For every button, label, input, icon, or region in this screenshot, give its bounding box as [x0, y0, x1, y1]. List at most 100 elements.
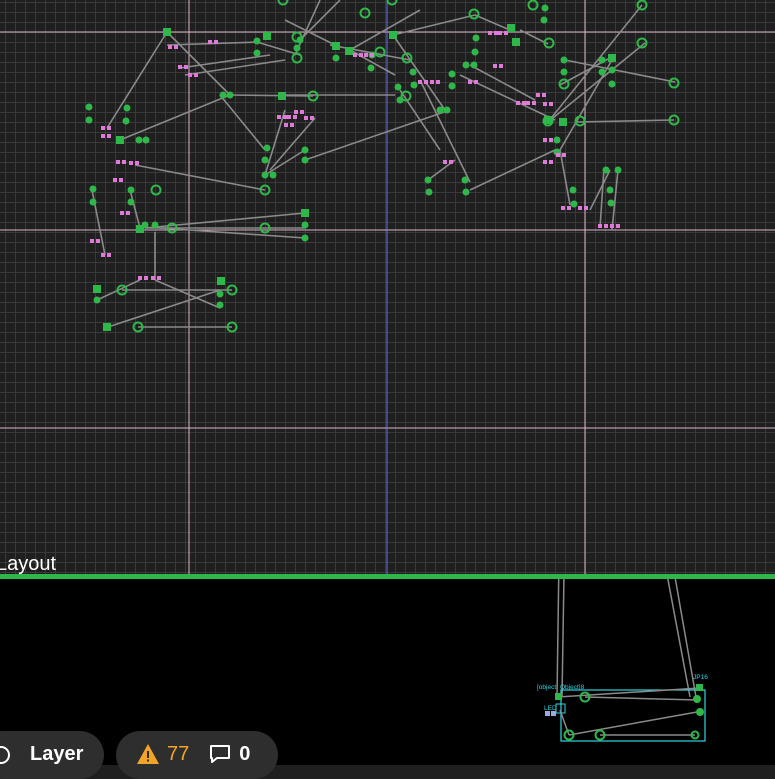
pin-ring[interactable] — [468, 8, 480, 20]
pin-pink[interactable] — [449, 160, 453, 164]
pin-ring[interactable] — [150, 184, 162, 196]
pin-square[interactable] — [332, 42, 340, 50]
pin-pink[interactable] — [532, 101, 536, 105]
pin-dot[interactable] — [394, 83, 402, 91]
schematic-drawing[interactable] — [0, 0, 775, 576]
pin-pink[interactable] — [277, 115, 281, 119]
pin-pink[interactable] — [174, 45, 178, 49]
pin-dot[interactable] — [142, 136, 150, 144]
pin-pink[interactable] — [287, 115, 291, 119]
pin-pink[interactable] — [168, 45, 172, 49]
pin-pink[interactable] — [90, 239, 94, 243]
pin-pink[interactable] — [107, 253, 111, 257]
pin-square[interactable] — [263, 32, 271, 40]
pin-dot[interactable] — [448, 70, 456, 78]
pin-pink[interactable] — [604, 224, 608, 228]
pin-ring[interactable] — [527, 0, 539, 11]
pin-pink[interactable] — [493, 64, 497, 68]
pin-dot[interactable] — [216, 301, 224, 309]
pin-dot[interactable] — [296, 36, 304, 44]
pin-dot[interactable] — [122, 117, 130, 125]
pin-pink[interactable] — [214, 40, 218, 44]
pin-pink[interactable] — [300, 110, 304, 114]
pin-dot[interactable] — [608, 80, 616, 88]
pin-pink[interactable] — [101, 134, 105, 138]
pin-pink[interactable] — [584, 206, 588, 210]
pin-dot[interactable] — [462, 61, 470, 69]
pin-dot[interactable] — [216, 290, 224, 298]
pin-dot[interactable] — [569, 186, 577, 194]
pin-dot[interactable] — [606, 186, 614, 194]
pin-pink[interactable] — [293, 115, 297, 119]
pin-dot[interactable] — [443, 106, 451, 114]
pin-dot[interactable] — [269, 171, 277, 179]
layer-toggle-button[interactable]: Layer — [0, 731, 104, 779]
pin-pink[interactable] — [290, 123, 294, 127]
pin-pink[interactable] — [468, 80, 472, 84]
pin-dot[interactable] — [470, 61, 478, 69]
board-pad[interactable] — [696, 684, 703, 691]
pin-dot[interactable] — [540, 16, 548, 24]
pin-pink[interactable] — [119, 178, 123, 182]
pin-ring[interactable] — [277, 0, 289, 6]
pin-pink[interactable] — [157, 276, 161, 280]
pin-dot[interactable] — [127, 186, 135, 194]
pin-dot[interactable] — [89, 185, 97, 193]
pin-dot[interactable] — [541, 4, 549, 12]
pin-pink[interactable] — [494, 31, 498, 35]
pin-pink[interactable] — [116, 160, 120, 164]
pin-pink[interactable] — [504, 31, 508, 35]
pin-pink[interactable] — [294, 110, 298, 114]
pin-pink[interactable] — [151, 276, 155, 280]
pin-pink[interactable] — [284, 123, 288, 127]
pin-pink[interactable] — [526, 101, 530, 105]
pin-pink[interactable] — [543, 138, 547, 142]
pin-pink[interactable] — [488, 31, 492, 35]
pin-square[interactable] — [608, 54, 616, 62]
pin-dot[interactable] — [471, 48, 479, 56]
pin-pink[interactable] — [107, 134, 111, 138]
pin-dot[interactable] — [396, 96, 404, 104]
issues-status-button[interactable]: 77 0 — [116, 731, 278, 779]
pin-pink[interactable] — [113, 178, 117, 182]
pin-square[interactable] — [278, 92, 286, 100]
board-pad[interactable] — [555, 693, 562, 700]
pin-dot[interactable] — [253, 49, 261, 57]
pin-dot[interactable] — [614, 166, 622, 174]
pin-pink[interactable] — [549, 138, 553, 142]
pin-pink[interactable] — [424, 80, 428, 84]
pin-dot[interactable] — [425, 188, 433, 196]
pin-pink[interactable] — [418, 80, 422, 84]
layout-canvas[interactable]: [object Object]8 LED JP16 — [0, 579, 775, 765]
pin-pink[interactable] — [138, 276, 142, 280]
pin-dot[interactable] — [409, 68, 417, 76]
pin-pink[interactable] — [194, 73, 198, 77]
pin-pink[interactable] — [536, 93, 540, 97]
pin-square[interactable] — [544, 116, 552, 124]
pin-square[interactable] — [301, 209, 309, 217]
pin-dot[interactable] — [598, 56, 606, 64]
pin-dot[interactable] — [461, 176, 469, 184]
pin-square[interactable] — [93, 285, 101, 293]
pin-dot[interactable] — [261, 171, 269, 179]
pin-dot[interactable] — [570, 200, 578, 208]
pin-pink[interactable] — [101, 126, 105, 130]
pin-pink[interactable] — [184, 65, 188, 69]
layout-drawing[interactable]: [object Object]8 LED JP16 — [0, 579, 775, 765]
pin-pink[interactable] — [208, 40, 212, 44]
pin-pink[interactable] — [283, 115, 287, 119]
pin-pink[interactable] — [562, 153, 566, 157]
pin-dot[interactable] — [301, 221, 309, 229]
pin-pink[interactable] — [499, 64, 503, 68]
pin-pink[interactable] — [122, 160, 126, 164]
pin-pink[interactable] — [561, 206, 565, 210]
pin-pink[interactable] — [549, 102, 553, 106]
pin-dot[interactable] — [560, 56, 568, 64]
pin-square[interactable] — [136, 225, 144, 233]
pin-pink[interactable] — [443, 160, 447, 164]
pin-dot[interactable] — [293, 44, 301, 52]
pin-pink[interactable] — [364, 53, 368, 57]
pin-dot[interactable] — [151, 221, 159, 229]
pin-dot[interactable] — [598, 68, 606, 76]
pin-pink[interactable] — [135, 161, 139, 165]
